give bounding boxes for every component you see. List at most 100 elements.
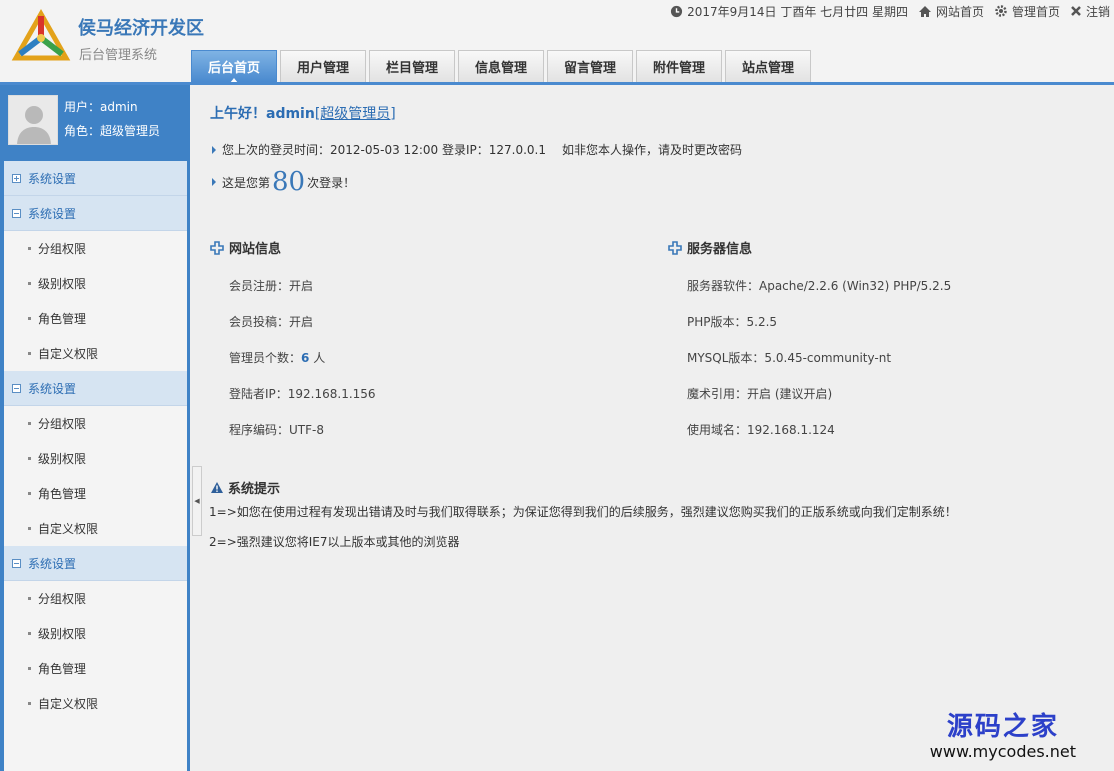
tab-attachments[interactable]: 附件管理 bbox=[636, 50, 722, 82]
last-login-text: 您上次的登灵时间：2012-05-03 12:00 登录IP：127.0.0.1 bbox=[222, 143, 546, 157]
close-icon bbox=[1071, 6, 1081, 16]
menu-item-group-permission[interactable]: 分组权限 bbox=[4, 406, 187, 441]
site-subtitle: 后台管理系统 bbox=[79, 48, 158, 63]
tab-columns[interactable]: 栏目管理 bbox=[369, 50, 455, 82]
admin-count-prefix: 管理员个数： bbox=[229, 351, 302, 365]
warning-icon bbox=[211, 482, 223, 493]
tip-line-2: 2=>强烈建议您将IE7以上版本或其他的浏览器 bbox=[209, 535, 460, 549]
arrow-right-icon bbox=[212, 145, 216, 154]
menu-group-title: 系统设置 bbox=[28, 381, 77, 396]
tip-line-1: 1=>如您在使用过程有发现出错请及时与我们取得联系；为保证您得到我们的后续服务，… bbox=[209, 505, 957, 519]
expand-icon bbox=[12, 173, 21, 183]
collapse-icon bbox=[12, 383, 21, 393]
user-panel: 用户：admin 角色：超级管理员 bbox=[0, 85, 190, 161]
admin-home-link[interactable]: 管理首页 bbox=[994, 3, 1060, 20]
greeting: 上午好！admin[超级管理员] bbox=[210, 103, 396, 123]
logout-link[interactable]: 注销 bbox=[1070, 3, 1110, 20]
site-home-link[interactable]: 网站首页 bbox=[918, 3, 984, 20]
menu-item-label: 自定义权限 bbox=[38, 522, 99, 536]
menu-group-title: 系统设置 bbox=[28, 556, 77, 571]
admin-count-suffix: 人 bbox=[309, 351, 326, 365]
menu-group-title: 系统设置 bbox=[28, 206, 77, 221]
gear-icon bbox=[995, 5, 1007, 17]
home-icon bbox=[918, 5, 931, 17]
login-count-line: 这是您第 80 次登录！ bbox=[212, 167, 355, 197]
menu-item-label: 级别权限 bbox=[38, 627, 87, 641]
menu-group-1[interactable]: 系统设置 bbox=[4, 161, 187, 196]
user-role: 角色：超级管理员 bbox=[64, 124, 161, 138]
header: 侯马经济开发区 后台管理系统 2017年9月14日 丁酉年 七月廿四 星期四 网… bbox=[0, 0, 1114, 84]
program-encoding: 程序编码：UTF-8 bbox=[229, 423, 324, 437]
php-version: PHP版本：5.2.5 bbox=[687, 315, 778, 329]
site-title: 侯马经济开发区 bbox=[78, 18, 204, 39]
admin-home-label[interactable]: 管理首页 bbox=[1012, 3, 1060, 20]
tab-info[interactable]: 信息管理 bbox=[458, 50, 544, 82]
system-tips-heading: 系统提示 bbox=[210, 478, 280, 497]
menu-group-title: 系统设置 bbox=[28, 171, 77, 186]
menu-item-label: 角色管理 bbox=[38, 312, 87, 326]
menu-item-level-permission[interactable]: 级别权限 bbox=[4, 441, 187, 476]
menu-item-level-permission[interactable]: 级别权限 bbox=[4, 616, 187, 651]
menu-item-level-permission[interactable]: 级别权限 bbox=[4, 266, 187, 301]
login-count: 80 bbox=[272, 167, 306, 197]
watermark-url: www.mycodes.net bbox=[929, 742, 1076, 761]
menu-item-role-manage[interactable]: 角色管理 bbox=[4, 651, 187, 686]
menu-item-group-permission[interactable]: 分组权限 bbox=[4, 231, 187, 266]
date-text: 2017年9月14日 丁酉年 七月廿四 星期四 bbox=[687, 4, 908, 19]
menu-group-3[interactable]: 系统设置 bbox=[4, 371, 187, 406]
menu-item-role-manage[interactable]: 角色管理 bbox=[4, 476, 187, 511]
logout-label[interactable]: 注销 bbox=[1086, 3, 1110, 20]
bullet-icon bbox=[28, 317, 31, 320]
bullet-icon bbox=[28, 632, 31, 635]
server-info-heading: 服务器信息 bbox=[668, 238, 752, 257]
server-info-title: 服务器信息 bbox=[687, 242, 753, 257]
bullet-icon bbox=[28, 282, 31, 285]
menu-item-role-manage[interactable]: 角色管理 bbox=[4, 301, 187, 336]
avatar bbox=[8, 95, 58, 145]
site-home-label[interactable]: 网站首页 bbox=[936, 3, 984, 20]
side-menu: 系统设置 系统设置 分组权限 级别权限 角色管理 自定义权限 系统设置 分组权限… bbox=[4, 161, 187, 771]
top-bar: 2017年9月14日 丁酉年 七月廿四 星期四 网站首页 管理首页 注销 bbox=[660, 2, 1110, 20]
member-post: 会员投稿：开启 bbox=[229, 315, 314, 329]
menu-item-label: 角色管理 bbox=[38, 662, 87, 676]
bullet-icon bbox=[28, 492, 31, 495]
site-info-title: 网站信息 bbox=[229, 242, 282, 257]
tab-messages[interactable]: 留言管理 bbox=[547, 50, 633, 82]
tab-sites[interactable]: 站点管理 bbox=[725, 50, 811, 82]
system-tips-title: 系统提示 bbox=[228, 482, 281, 497]
arrow-right-icon bbox=[212, 178, 216, 186]
bullet-icon bbox=[28, 352, 31, 355]
menu-item-label: 自定义权限 bbox=[38, 697, 99, 711]
menu-item-custom-permission[interactable]: 自定义权限 bbox=[4, 686, 187, 721]
domain-name: 使用域名：192.168.1.124 bbox=[687, 423, 835, 437]
login-count-suffix: 次登录！ bbox=[307, 175, 356, 190]
sidebar-toggle[interactable]: ◀ bbox=[192, 466, 202, 536]
last-login-warning: 如非您本人操作，请及时更改密码 bbox=[561, 143, 742, 157]
menu-group-2[interactable]: 系统设置 bbox=[4, 196, 187, 231]
menu-group-4[interactable]: 系统设置 bbox=[4, 546, 187, 581]
user-role-link[interactable]: [超级管理员] bbox=[315, 106, 396, 122]
bullet-icon bbox=[28, 667, 31, 670]
menu-item-label: 自定义权限 bbox=[38, 347, 99, 361]
site-info-heading: 网站信息 bbox=[210, 238, 281, 257]
menu-item-group-permission[interactable]: 分组权限 bbox=[4, 581, 187, 616]
tab-home[interactable]: 后台首页 bbox=[191, 50, 277, 83]
menu-item-label: 角色管理 bbox=[38, 487, 87, 501]
menu-item-custom-permission[interactable]: 自定义权限 bbox=[4, 336, 187, 371]
watermark: 源码之家 www.mycodes.net bbox=[930, 712, 1076, 762]
greeting-text: 上午好！admin bbox=[210, 106, 315, 122]
member-register: 会员注册：开启 bbox=[229, 279, 314, 293]
logo-icon bbox=[11, 8, 71, 61]
magic-quotes: 魔术引用：开启 (建议开启) bbox=[687, 387, 833, 401]
menu-item-custom-permission[interactable]: 自定义权限 bbox=[4, 511, 187, 546]
menu-item-label: 分组权限 bbox=[38, 242, 87, 256]
tab-users[interactable]: 用户管理 bbox=[280, 50, 366, 82]
server-software: 服务器软件：Apache/2.2.6 (Win32) PHP/5.2.5 bbox=[687, 279, 952, 293]
last-login-line: 您上次的登灵时间：2012-05-03 12:00 登录IP：127.0.0.1… bbox=[212, 141, 742, 158]
date-display: 2017年9月14日 丁酉年 七月廿四 星期四 bbox=[670, 3, 908, 20]
plus-icon bbox=[210, 240, 224, 255]
menu-item-label: 分组权限 bbox=[38, 417, 87, 431]
sidebar: 用户：admin 角色：超级管理员 系统设置 系统设置 分组权限 级别权限 角色… bbox=[0, 85, 190, 771]
collapse-icon bbox=[12, 558, 21, 568]
user-avatar-icon bbox=[9, 96, 57, 144]
